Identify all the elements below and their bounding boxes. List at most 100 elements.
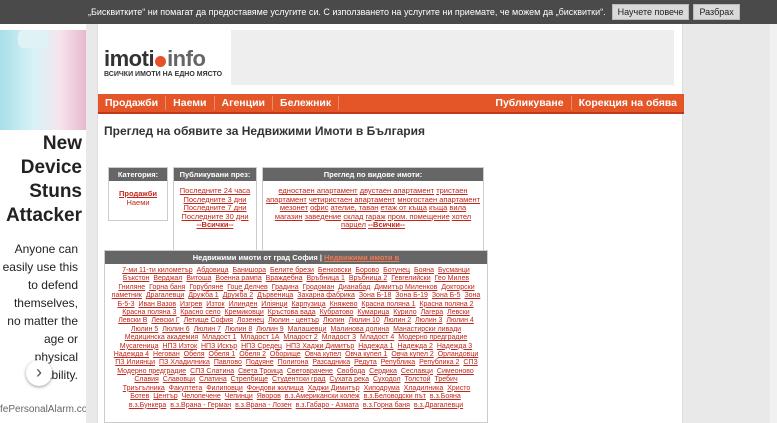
neighborhood-link[interactable]: Овча купел 2 [391,351,433,358]
neighborhood-link[interactable]: Димитър Миленков [374,284,437,291]
left-advertisement[interactable]: New Device Stuns Attacker Anyone can eas… [0,24,86,423]
neighborhood-link[interactable]: Верджал [153,275,182,282]
neighborhood-link[interactable]: Малашевци [288,326,327,333]
neighborhood-link[interactable]: Зона Б-5 [432,292,461,299]
neighborhood-link[interactable]: Белите брези [270,267,314,274]
neighborhood-link[interactable]: Чепинци [225,393,253,400]
neighborhood-link[interactable]: в.з.Габаро - Азмата [296,402,359,409]
neighborhood-link[interactable]: Манастирски ливади [393,326,461,333]
neighborhood-link[interactable]: Люлин [323,317,345,324]
neighborhood-link[interactable]: Люлин 3 [415,317,442,324]
neighborhood-link[interactable]: в.з.Американски колеж [285,393,360,400]
neighborhood-link[interactable]: Младост 3 [322,334,356,341]
neighborhood-link[interactable]: Княжево [330,301,358,308]
neighborhood-link[interactable]: Симеоново [437,368,474,375]
neighborhood-link[interactable]: Обеля 2 [239,351,266,358]
neighborhood-link[interactable]: Яворов [257,393,281,400]
neighborhood-link[interactable]: Света Троица [238,368,283,375]
neighborhood-link[interactable]: в.з.Врана - Герман [170,402,231,409]
neighborhood-link[interactable]: Слатина [199,376,227,383]
neighborhood-link[interactable]: Кубратово [320,309,354,316]
neighborhood-link[interactable]: Славия [134,376,158,383]
neighborhood-link[interactable]: Курило [393,309,416,316]
scrollbar[interactable] [770,24,777,423]
neighborhood-link[interactable]: Дружба 1 [188,292,218,299]
neighborhood-link[interactable]: Фондови жилища [247,385,304,392]
neighborhood-link[interactable]: Разсадника [312,359,350,366]
neighborhood-link[interactable]: Челопечене [182,393,221,400]
neighborhood-link[interactable]: Дружба 2 [223,292,253,299]
accept-cookies-button[interactable]: Разбрах [693,4,740,20]
type-link[interactable]: парцел [341,220,366,230]
neighborhood-link[interactable]: Редута [354,359,377,366]
neighborhood-link[interactable]: Кремиковци [225,309,264,316]
nav-item-sales[interactable]: Продажби [98,96,167,110]
nav-item-notebook[interactable]: Бележник [273,96,340,110]
neighborhood-link[interactable]: Захарна фабрика [297,292,355,299]
site-logo[interactable]: imoti info ВСИЧКИ ИМОТИ НА ЕДНО МЯСТО [104,46,222,78]
neighborhood-link[interactable]: Подуяне [246,359,274,366]
neighborhood-link[interactable]: НПЗ Изток [162,343,197,350]
neighborhood-link[interactable]: Медицинска академия [125,334,198,341]
neighborhood-link[interactable]: Люлин - център [268,317,319,324]
type-link-all[interactable]: --Всички-- [368,220,405,230]
neighborhood-link[interactable]: Младост 1А [240,334,279,341]
neighborhood-link[interactable]: НПЗ Хаджи Димитър [286,343,354,350]
neighborhood-link[interactable]: Лозенец [237,317,264,324]
neighborhood-link[interactable]: Изток [206,301,224,308]
neighborhood-link[interactable]: Люлин 5 [131,326,158,333]
chevron-right-icon[interactable]: › [26,360,52,386]
neighborhood-link[interactable]: Световрачене [287,368,333,375]
neighborhood-link[interactable]: Враждебна [266,275,303,282]
neighborhood-link[interactable]: Сердика [369,368,397,375]
neighborhood-link[interactable]: в.з.Врана - Лозен [235,402,292,409]
neighborhood-link[interactable]: Филиповци [206,385,243,392]
neighborhood-link[interactable]: Славовци [163,376,195,383]
neighborhood-link[interactable]: Модерно предградие [398,334,467,341]
neighborhood-link[interactable]: Люлин 9 [256,326,283,333]
neighborhood-link[interactable]: ПЗ Хладилника [159,359,210,366]
neighborhood-link[interactable]: Люлин 2 [384,317,411,324]
ad-headline[interactable]: New Device Stuns Attacker [0,132,86,228]
neighborhood-link[interactable]: Малинова долина [331,326,390,333]
neighborhood-link[interactable]: Гевгелийски [391,275,430,282]
neighborhood-link[interactable]: Гоце Делчев [227,284,268,291]
neighborhood-link[interactable]: Градина [272,284,299,291]
neighborhood-link[interactable]: Изгрев [180,301,202,308]
neighborhood-link[interactable]: Банишора [232,267,266,274]
neighborhood-link[interactable]: Триъгълника [123,385,165,392]
neighborhood-link[interactable]: в.з.Драгалевци [414,402,463,409]
neighborhood-link[interactable]: 7-ми 11-ти километър [122,267,193,274]
neighborhood-link[interactable]: Връбница 2 [349,275,387,282]
neighborhood-link[interactable]: Драгалевци [146,292,184,299]
neighborhood-link[interactable]: Обеля [184,351,205,358]
neighborhood-link[interactable]: Надежда 2 [398,343,433,350]
neighborhood-link[interactable]: Горубляне [189,284,223,291]
neighborhood-link[interactable]: Бъкстон [123,275,150,282]
neighborhood-link[interactable]: Карпузица [291,301,325,308]
neighborhood-link[interactable]: Овча купел 1 [345,351,387,358]
neighborhood-link[interactable]: Република [381,359,415,366]
top-banner-ad[interactable] [231,30,674,85]
neighborhood-link[interactable]: Иліянци [261,301,287,308]
neighborhood-link[interactable]: Дървеница [257,292,293,299]
neighborhood-link[interactable]: ПЗ Илиянци [115,359,155,366]
neighborhood-link[interactable]: Надежда 1 [358,343,393,350]
neighborhood-link[interactable]: Полигона [278,359,309,366]
ad-product-image[interactable] [0,30,86,130]
neighborhood-link[interactable]: Павлово [214,359,242,366]
neighborhood-link[interactable]: Младост 4 [360,334,394,341]
neighborhood-link[interactable]: Толстой [405,376,431,383]
neighborhood-link[interactable]: Красна поляна 3 [122,309,176,316]
type-link[interactable]: заведение [305,212,342,221]
neighborhood-link[interactable]: Левски В [118,317,147,324]
type-link[interactable]: хотел [452,212,471,221]
neighborhood-link[interactable]: Люлин 6 [162,326,189,333]
type-link[interactable]: магазин [275,212,303,221]
neighborhood-link[interactable]: Зона Б-19 [395,292,428,299]
neighborhood-link[interactable]: Стрелбище [231,376,268,383]
neighborhood-link[interactable]: Левски [447,309,470,316]
neighborhood-link[interactable]: Връбница 1 [306,275,344,282]
neighborhood-link[interactable]: Красно село [180,309,220,316]
ad-url[interactable]: fePersonalAlarm.com [0,404,86,415]
